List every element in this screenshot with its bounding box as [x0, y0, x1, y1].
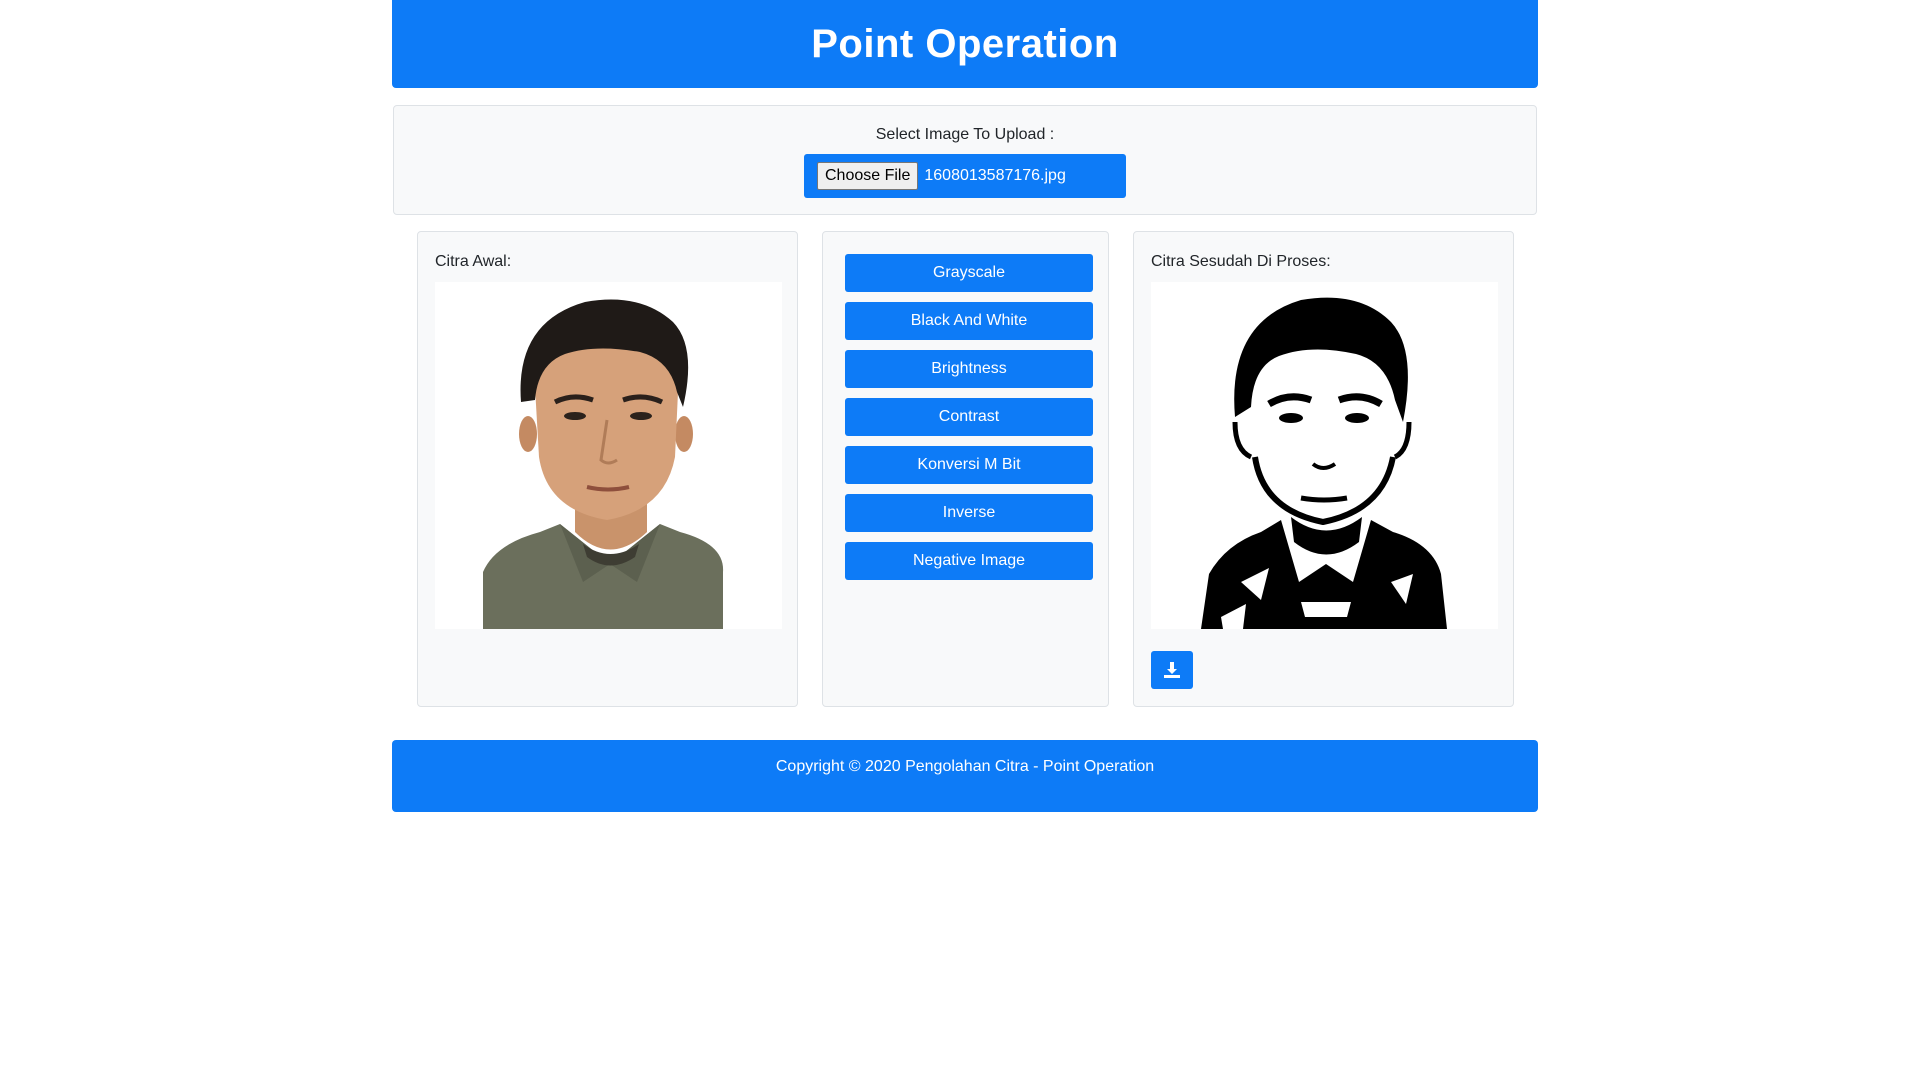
black-and-white-button[interactable]: Black And White: [845, 302, 1093, 340]
original-portrait-photo: [435, 282, 782, 629]
processed-image-card: Citra Sesudah Di Proses:: [1133, 231, 1514, 707]
copyright-text: Copyright © 2020 Pengolahan Citra - Poin…: [775, 758, 1155, 775]
page-header: Point Operation: [392, 0, 1538, 88]
processed-image: [1151, 282, 1498, 629]
choose-file-button[interactable]: Choose File: [817, 162, 919, 190]
page-title: Point Operation: [811, 21, 1119, 66]
original-image-label: Citra Awal:: [435, 253, 512, 270]
processed-image-label: Citra Sesudah Di Proses:: [1151, 253, 1331, 270]
contrast-button[interactable]: Contrast: [845, 398, 1093, 436]
download-icon: [1164, 662, 1180, 678]
upload-panel: Select Image To Upload : Choose File 160…: [393, 105, 1537, 215]
konversi-m-bit-button[interactable]: Konversi M Bit: [845, 446, 1093, 484]
original-image: [435, 282, 782, 629]
selected-file-name: 1608013587176.jpg: [924, 167, 1066, 184]
page: Point Operation Select Image To Upload :…: [0, 0, 1920, 1080]
upload-label: Select Image To Upload :: [875, 126, 1055, 143]
negative-image-button[interactable]: Negative Image: [845, 542, 1093, 580]
brightness-button[interactable]: Brightness: [845, 350, 1093, 388]
page-footer: Copyright © 2020 Pengolahan Citra - Poin…: [392, 740, 1538, 812]
download-button[interactable]: [1151, 651, 1193, 689]
processed-portrait-photo: [1151, 282, 1498, 629]
operations-card: Grayscale Black And White Brightness Con…: [822, 231, 1109, 707]
grayscale-button[interactable]: Grayscale: [845, 254, 1093, 292]
file-input[interactable]: Choose File 1608013587176.jpg: [804, 154, 1126, 198]
inverse-button[interactable]: Inverse: [845, 494, 1093, 532]
original-image-card: Citra Awal:: [417, 231, 798, 707]
